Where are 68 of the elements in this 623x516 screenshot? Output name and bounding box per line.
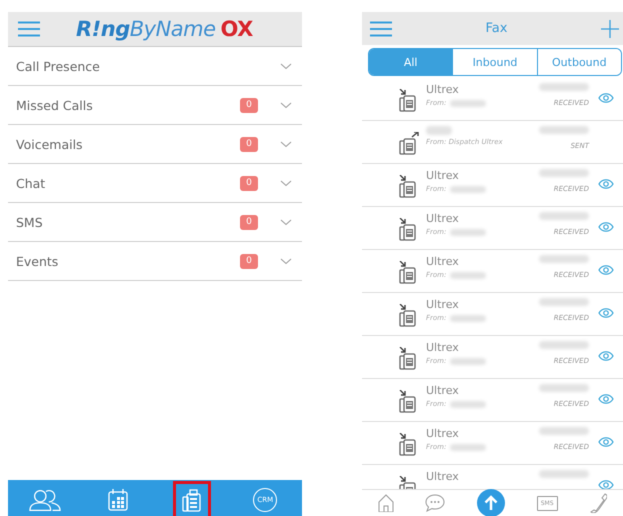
screen-title: Fax (486, 21, 508, 36)
section-label: Call Presence (16, 58, 101, 74)
chevron-down-icon[interactable] (280, 180, 292, 186)
chevron-down-icon[interactable] (280, 218, 292, 226)
section-label: Events (16, 254, 60, 268)
menu-icon[interactable] (370, 20, 392, 36)
count-badge: 0 (240, 98, 258, 112)
fax-name: Ultrex (426, 470, 460, 483)
section-row[interactable]: Missed Calls 0 (8, 86, 302, 125)
menu-icon[interactable] (18, 21, 40, 37)
view-icon[interactable] (598, 265, 614, 275)
filter-tab[interactable]: All (369, 49, 452, 75)
redacted-text (539, 126, 589, 134)
section-row[interactable]: Call Presence (8, 47, 302, 86)
home-icon[interactable] (378, 494, 394, 512)
view-icon[interactable] (598, 437, 614, 447)
calendar-icon (108, 488, 128, 510)
app-logo: R!ngByName OX (76, 17, 253, 41)
section-row[interactable]: Chat 0 (8, 164, 302, 203)
redacted-text (539, 255, 589, 263)
add-icon[interactable] (600, 20, 619, 38)
redacted-text (539, 298, 589, 306)
outgoing-fax-icon (398, 132, 420, 156)
redacted-text (426, 126, 452, 135)
section-row[interactable]: Voicemails 0 (8, 125, 302, 164)
fax-name: Ultrex (426, 298, 460, 311)
contacts-icon (28, 488, 61, 512)
section-label: SMS (16, 214, 44, 230)
chat-icon[interactable] (425, 494, 446, 512)
chevron-down-icon[interactable] (280, 62, 292, 70)
section-label: Chat (16, 176, 46, 190)
view-icon[interactable] (598, 480, 614, 489)
redacted-text (539, 83, 589, 91)
count-badge: 0 (240, 176, 258, 190)
filter-tab[interactable]: Outbound (536, 49, 621, 75)
fax-name: Ultrex (426, 83, 460, 96)
chevron-down-icon[interactable] (280, 140, 292, 148)
count-badge: 0 (240, 254, 258, 268)
redacted-text (539, 212, 589, 220)
count-badge: 0 (240, 214, 258, 230)
fax-name: Ultrex (426, 427, 460, 440)
fax-name: Ultrex (426, 384, 460, 397)
redacted-text (539, 427, 589, 435)
view-icon[interactable] (598, 93, 614, 103)
tab-bar-item[interactable] (172, 481, 211, 516)
redacted-text (539, 341, 589, 349)
upload-button[interactable] (477, 489, 506, 516)
fax-name: Ultrex (426, 212, 460, 225)
view-icon[interactable] (598, 222, 614, 232)
section-row[interactable]: Events 0 (8, 242, 302, 281)
fax-icon (180, 488, 203, 512)
redacted-text (539, 470, 589, 478)
chevron-down-icon[interactable] (280, 102, 292, 108)
fax-name: Ultrex (426, 169, 460, 182)
count-badge: 0 (240, 136, 258, 152)
section-row[interactable]: SMS 0 (8, 203, 302, 242)
phone-icon[interactable] (589, 493, 608, 513)
view-icon[interactable] (598, 308, 614, 318)
view-icon[interactable] (598, 394, 614, 404)
view-icon[interactable] (598, 351, 614, 361)
section-label: Missed Calls (16, 98, 94, 112)
redacted-text (539, 384, 589, 392)
fax-name: Ultrex (426, 341, 460, 354)
chevron-down-icon[interactable] (280, 258, 292, 264)
section-label: Voicemails (16, 136, 84, 152)
view-icon[interactable] (598, 179, 614, 189)
redacted-text (539, 169, 589, 177)
fax-name: Ultrex (426, 255, 460, 268)
